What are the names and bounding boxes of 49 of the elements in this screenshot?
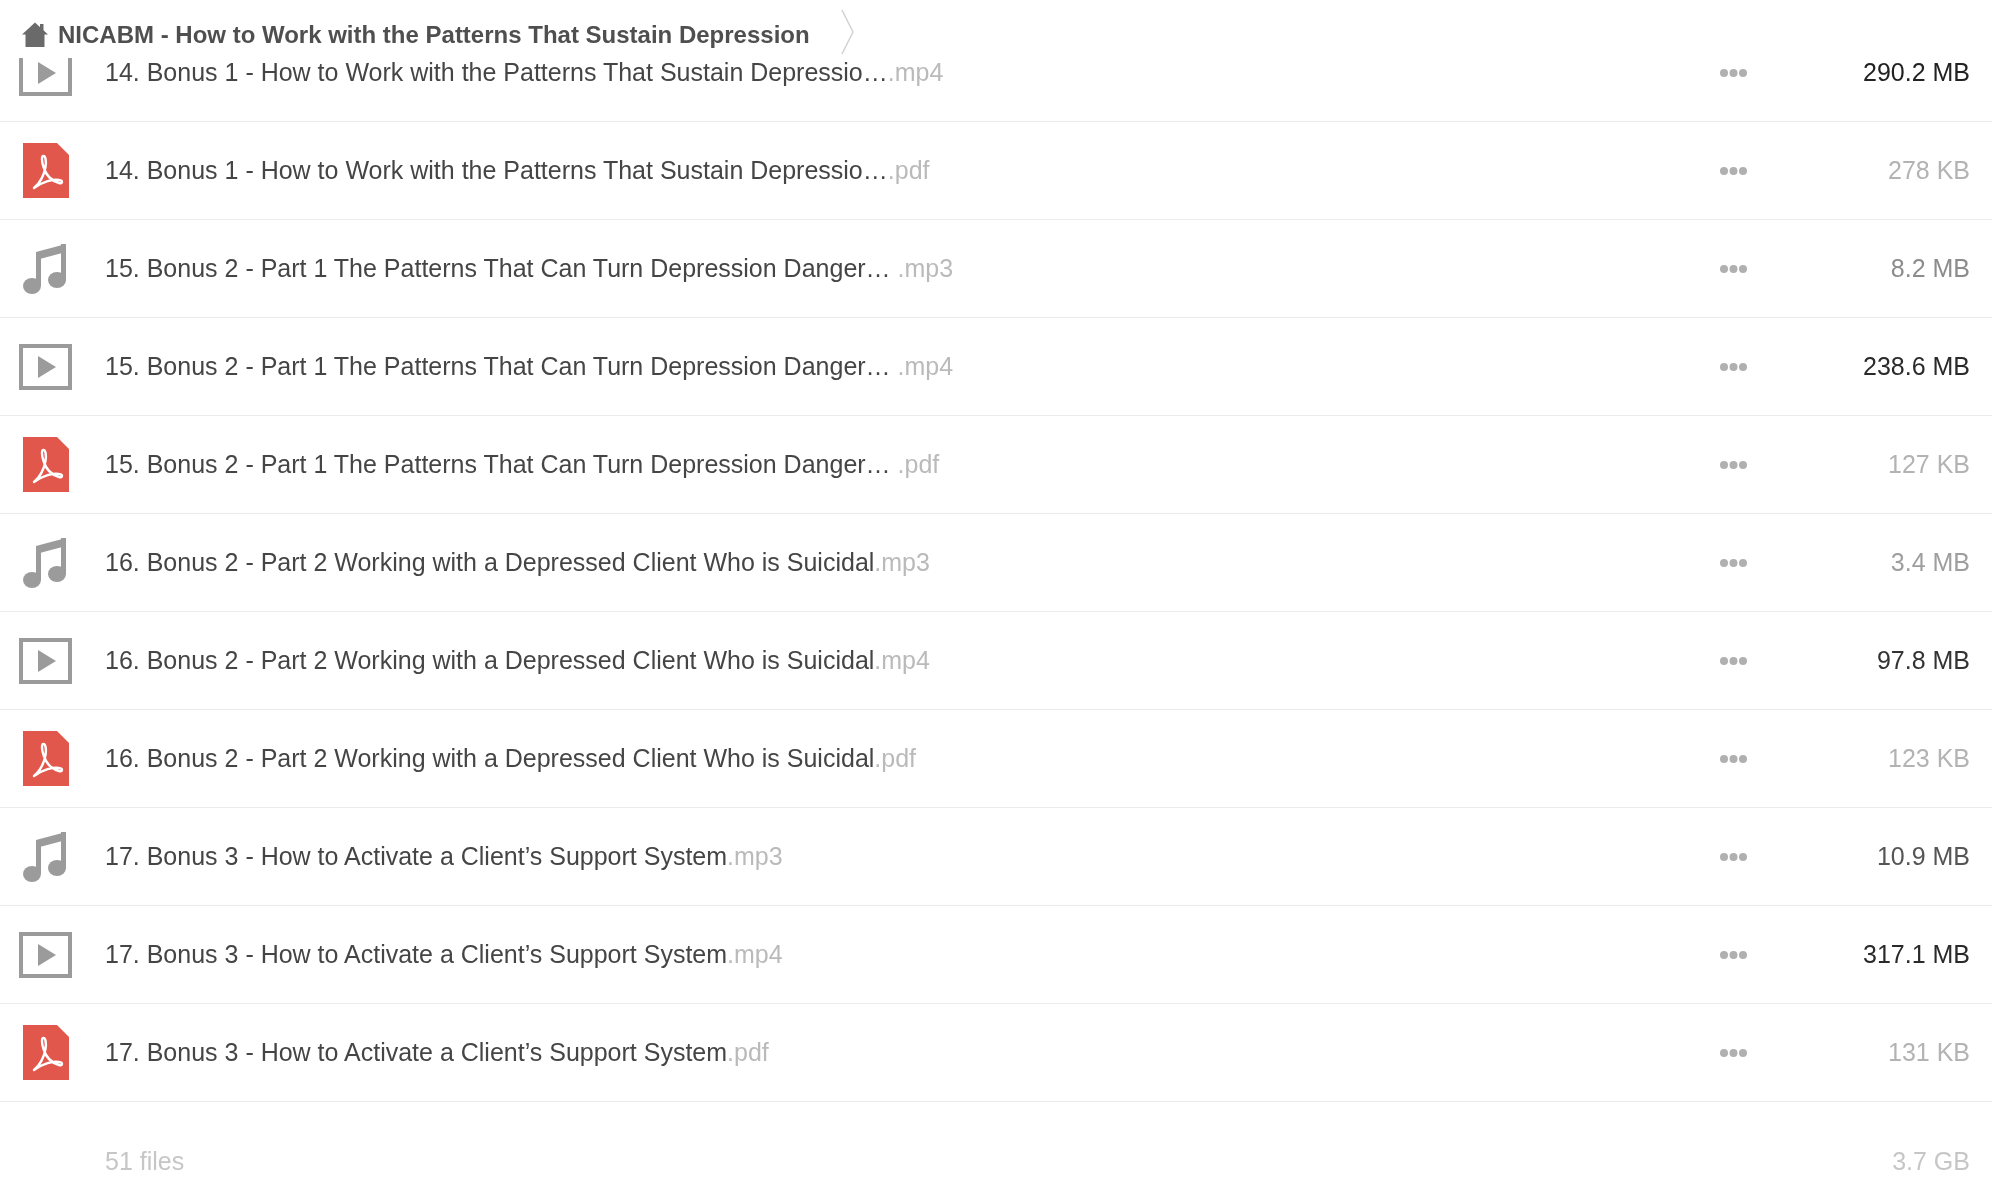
file-size: 10.9 MB <box>1876 841 1970 872</box>
file-name[interactable]: 15. Bonus 2 - Part 1 The Patterns That Can Turn Depression Danger… .mp3 <box>105 253 954 284</box>
pdf-file-icon <box>23 437 69 492</box>
home-icon[interactable] <box>22 22 48 47</box>
file-size: 123 KB <box>1888 743 1970 774</box>
play-icon <box>19 343 72 390</box>
more-icon[interactable] <box>1720 852 1747 861</box>
file-name[interactable]: 17. Bonus 3 - How to Activate a Client’s Support System.mp4 <box>105 939 783 970</box>
play-icon <box>19 931 72 978</box>
more-icon[interactable] <box>1720 68 1747 77</box>
file-size: 238.6 MB <box>1863 351 1970 382</box>
file-name[interactable]: 16. Bonus 2 - Part 2 Working with a Depressed Client Who is Suicidal.pdf <box>105 743 917 774</box>
file-name[interactable]: 17. Bonus 3 - How to Activate a Client’s Support System.pdf <box>105 1037 769 1068</box>
more-icon[interactable] <box>1720 656 1747 665</box>
more-icon[interactable] <box>1720 558 1747 567</box>
file-name[interactable]: 14. Bonus 1 - How to Work with the Patterns That Sustain Depressio….pdf <box>105 155 930 186</box>
file-name[interactable]: 17. Bonus 3 - How to Activate a Client’s Support System.mp3 <box>105 841 783 872</box>
pdf-file-icon <box>23 1025 69 1080</box>
file-size: 131 KB <box>1888 1037 1970 1068</box>
play-icon <box>19 58 72 96</box>
more-icon[interactable] <box>1720 460 1747 469</box>
music-note-icon <box>23 830 67 883</box>
file-name[interactable]: 14. Bonus 1 - How to Work with the Patterns That Sustain Depressio….mp4 <box>105 58 944 88</box>
more-icon[interactable] <box>1720 1048 1747 1057</box>
pdf-file-icon <box>23 143 69 198</box>
more-icon[interactable] <box>1720 950 1747 959</box>
file-size: 278 KB <box>1888 155 1970 186</box>
folder-title: NICABM - How to Work with the Patterns That Sustain Depression <box>58 21 810 49</box>
file-size: 97.8 MB <box>1876 645 1970 676</box>
file-size: 8.2 MB <box>1890 253 1970 284</box>
file-count: 51 files <box>105 1146 185 1176</box>
file-name[interactable]: 16. Bonus 2 - Part 2 Working with a Depressed Client Who is Suicidal.mp4 <box>105 645 930 676</box>
file-size: 290.2 MB <box>1863 58 1970 88</box>
file-size: 3.4 MB <box>1890 547 1970 578</box>
more-icon[interactable] <box>1720 264 1747 273</box>
file-name[interactable]: 15. Bonus 2 - Part 1 The Patterns That Can Turn Depression Danger… .mp4 <box>105 351 954 382</box>
pdf-file-icon <box>23 731 69 786</box>
total-size: 3.7 GB <box>1892 1146 1970 1176</box>
more-icon[interactable] <box>1720 754 1747 763</box>
file-name[interactable]: 16. Bonus 2 - Part 2 Working with a Depressed Client Who is Suicidal.mp3 <box>105 547 930 578</box>
music-note-icon <box>23 536 67 589</box>
more-icon[interactable] <box>1720 362 1747 371</box>
chevron-icon <box>839 9 855 55</box>
more-icon[interactable] <box>1720 166 1747 175</box>
play-icon <box>19 637 72 684</box>
file-size: 317.1 MB <box>1863 939 1970 970</box>
music-note-icon <box>23 242 67 295</box>
file-size: 127 KB <box>1888 449 1970 480</box>
file-name[interactable]: 15. Bonus 2 - Part 1 The Patterns That Can Turn Depression Danger… .pdf <box>105 449 940 480</box>
